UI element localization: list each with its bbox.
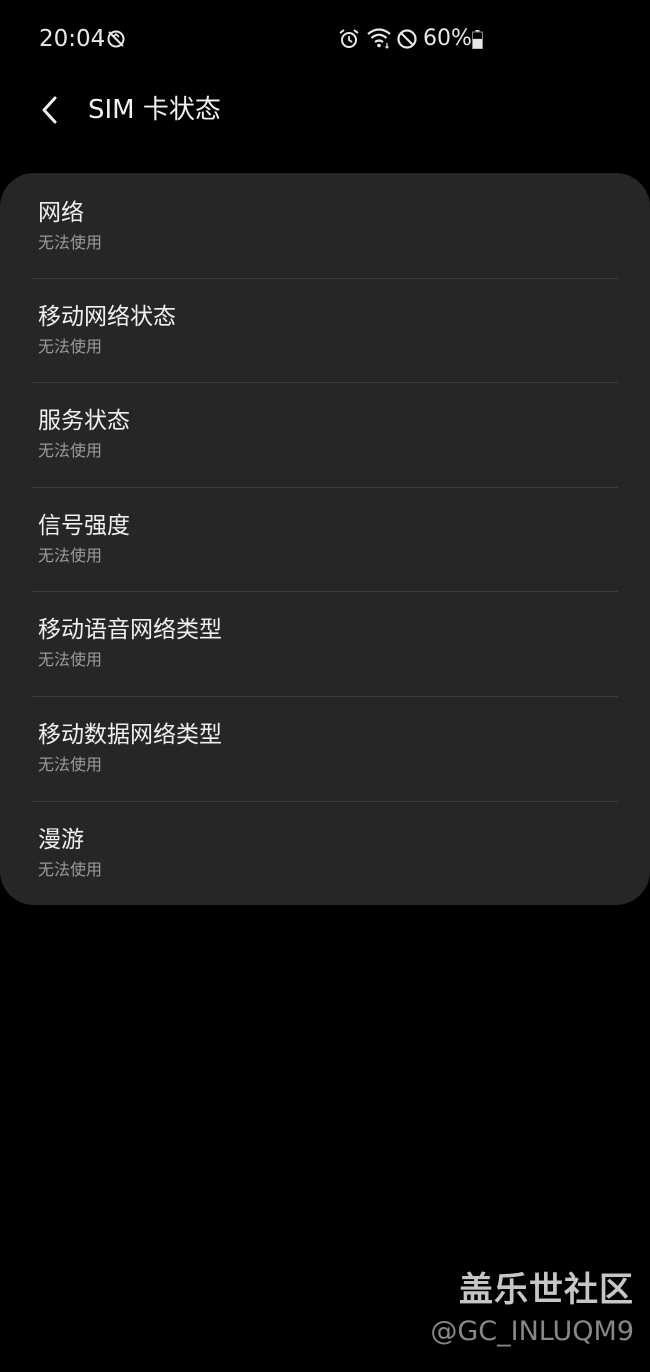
- list-item-signal-strength[interactable]: 信号强度 无法使用: [32, 486, 618, 592]
- item-subtitle: 无法使用: [38, 545, 103, 565]
- screen: 20:04 60% SIM 卡状态 网络 无法使用 移动网络状态 无法使用 服务…: [0, 0, 650, 1372]
- item-title: 信号强度: [38, 512, 130, 539]
- item-title: 移动网络状态: [38, 303, 176, 330]
- item-subtitle: 无法使用: [38, 233, 103, 252]
- item-subtitle: 无法使用: [38, 859, 103, 879]
- item-subtitle: 无法使用: [38, 441, 103, 461]
- item-title: 网络: [38, 200, 84, 226]
- page-title: SIM 卡状态: [88, 95, 221, 125]
- list-item-roaming[interactable]: 漫游 无法使用: [32, 800, 618, 906]
- do-not-disturb-icon: [397, 29, 417, 49]
- item-title: 漫游: [38, 826, 84, 853]
- item-subtitle: 无法使用: [38, 754, 103, 774]
- app-bar: SIM 卡状态: [0, 80, 650, 144]
- alarm-icon: [339, 29, 359, 48]
- status-time: 20:04: [39, 26, 106, 52]
- item-title: 移动数据网络类型: [38, 721, 222, 748]
- list-item-voice-network-type[interactable]: 移动语音网络类型 无法使用: [32, 591, 618, 696]
- sim-status-card: 网络 无法使用 移动网络状态 无法使用 服务状态 无法使用 信号强度 无法使用 …: [0, 173, 650, 905]
- item-subtitle: 无法使用: [38, 650, 103, 670]
- watermark: 盖乐世社区 @GC_INLUQM9: [430, 1270, 634, 1350]
- list-item-data-network-type[interactable]: 移动数据网络类型 无法使用: [32, 695, 618, 801]
- list-item-network[interactable]: 网络 无法使用: [32, 173, 618, 278]
- list-item-mobile-network-state[interactable]: 移动网络状态 无法使用: [32, 277, 618, 383]
- list-item-service-state[interactable]: 服务状态 无法使用: [32, 382, 618, 487]
- back-button[interactable]: [30, 90, 70, 130]
- battery-icon: [472, 30, 483, 49]
- back-chevron-icon: [42, 96, 57, 124]
- wifi-icon: [367, 28, 391, 49]
- sync-off-icon: [107, 30, 125, 48]
- item-subtitle: 无法使用: [38, 336, 103, 356]
- battery-percent: 60%: [423, 26, 472, 51]
- watermark-handle: @GC_INLUQM9: [430, 1316, 634, 1347]
- watermark-title: 盖乐世社区: [459, 1270, 634, 1310]
- item-title: 服务状态: [38, 408, 130, 435]
- item-title: 移动语音网络类型: [38, 617, 222, 644]
- status-bar: 20:04 60%: [0, 0, 650, 80]
